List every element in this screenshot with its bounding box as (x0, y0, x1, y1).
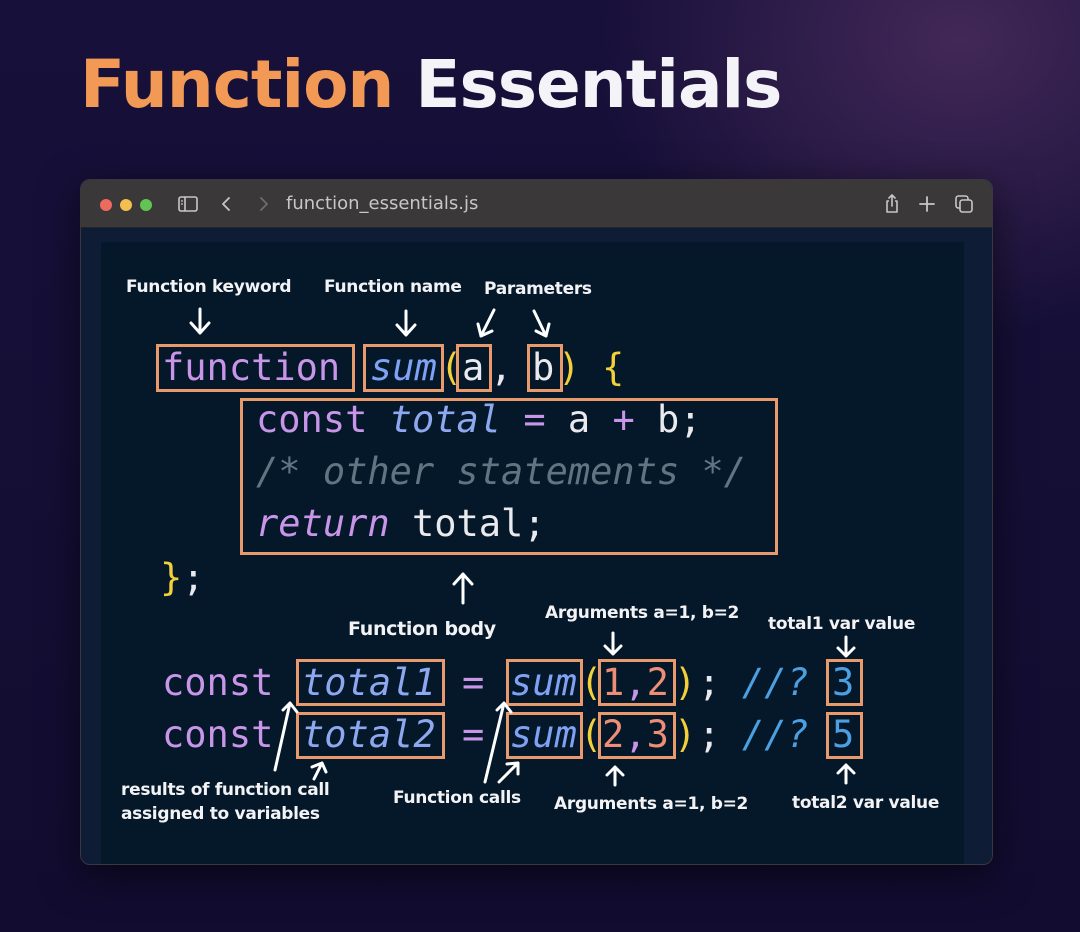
arrow-function-body (452, 572, 474, 605)
arrow-total1-value (836, 635, 856, 658)
code-diagram: Function keyword Function name Parameter… (0, 0, 1080, 932)
arrow-results-total1 (273, 701, 299, 772)
arrow-arguments-bottom (605, 765, 625, 787)
arrow-function-keyword (189, 307, 211, 335)
arrow-calls-sum2 (497, 761, 520, 784)
arrow-results-total2 (310, 761, 328, 781)
arrow-calls-sum1 (483, 701, 513, 784)
annotation-arrows (189, 307, 856, 787)
arrow-arguments-top (603, 631, 623, 656)
arrow-param-b (532, 309, 551, 338)
arrow-total2-value (836, 763, 856, 785)
arrow-function-name (395, 309, 417, 337)
arrow-param-a (476, 308, 496, 338)
